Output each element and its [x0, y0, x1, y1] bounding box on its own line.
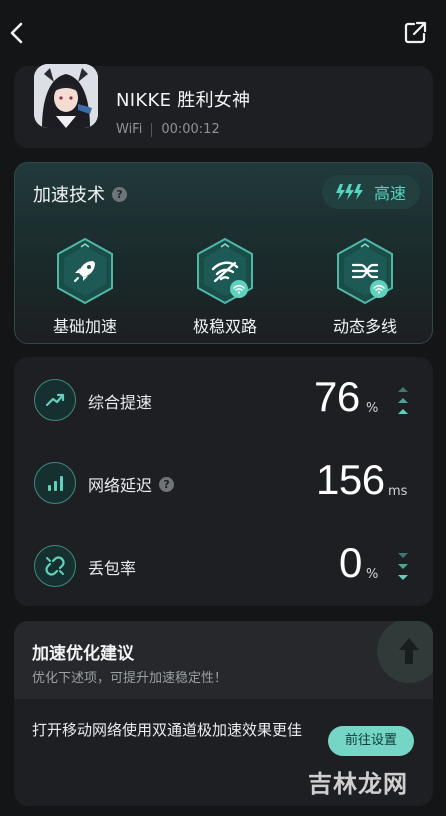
stat-label: 网络延迟 ?	[88, 472, 175, 496]
acceleration-title: 加速技术 ?	[33, 181, 127, 207]
trend-up-icon	[34, 379, 76, 421]
arrow-up-icon	[377, 621, 433, 683]
stat-label: 丢包率	[88, 559, 137, 578]
stat-unit: %	[366, 401, 379, 416]
chevron-left-icon	[10, 22, 23, 44]
feature-label: 基础加速	[52, 317, 117, 336]
watermark: 吉林龙网	[308, 770, 408, 798]
elapsed-time: 00:00:12	[161, 122, 220, 137]
session-meta: WiFi 00:00:12	[116, 122, 220, 137]
speed-mode-badge[interactable]: 高速	[321, 175, 420, 209]
meta-divider	[151, 122, 153, 137]
advice-subtitle: 优化下述项，可提升加速稳定性！	[32, 671, 228, 686]
advice-item-text: 打开移动网络使用双通道极加速效果更佳	[32, 721, 303, 739]
acceleration-title-text: 加速技术	[33, 185, 105, 206]
trend-down-arrows-icon	[396, 549, 410, 585]
stat-value: 76	[314, 373, 360, 420]
advice-title: 加速优化建议	[32, 644, 134, 664]
broken-link-icon	[34, 545, 76, 587]
share-button[interactable]	[402, 20, 428, 46]
stat-label: 综合提速	[88, 393, 153, 412]
stat-value: 0	[339, 539, 362, 586]
back-button[interactable]	[6, 20, 28, 46]
rocket-icon	[74, 261, 95, 282]
stat-row-latency: 网络延迟 ? 156 ms	[14, 452, 433, 512]
help-icon[interactable]: ?	[159, 476, 175, 492]
stat-row-packet-loss: 丢包率 0 %	[14, 535, 433, 595]
stat-label-text: 网络延迟	[88, 476, 153, 495]
feature-label: 极稳双路	[192, 317, 257, 336]
trend-up-arrows-icon	[396, 383, 410, 419]
stat-value: 156	[316, 456, 385, 503]
top-bar	[0, 0, 446, 64]
network-type: WiFi	[116, 122, 143, 137]
lightning-icon	[335, 184, 363, 200]
goto-settings-button[interactable]: 前往设置	[328, 726, 414, 756]
acceleration-tech-card: 加速技术 ? 高速 基础加速 极稳双路 动态多线	[14, 162, 433, 344]
wifi-badge-icon	[370, 280, 388, 298]
feature-dual-channel[interactable]: 极稳双路	[170, 237, 280, 343]
network-stats-card: 综合提速 76 % 网络延迟 ? 156 ms 丢包率 0 %	[14, 357, 433, 606]
wifi-badge-icon	[230, 280, 248, 298]
help-icon[interactable]: ?	[112, 186, 127, 202]
stat-unit: ms	[388, 484, 408, 499]
speed-mode-label: 高速	[373, 184, 406, 203]
feature-label: 动态多线	[332, 317, 397, 336]
game-info-card: NIKKE 胜利女神 WiFi 00:00:12	[14, 64, 433, 148]
game-title: NIKKE 胜利女神	[116, 90, 251, 111]
feature-dynamic-multiline[interactable]: 动态多线	[310, 237, 420, 343]
feature-basic-acceleration[interactable]: 基础加速	[30, 237, 140, 343]
share-external-icon	[404, 21, 427, 44]
stat-row-speedup: 综合提速 76 %	[14, 369, 433, 429]
stat-unit: %	[366, 567, 379, 582]
signal-bars-icon	[34, 462, 76, 504]
game-icon	[34, 64, 98, 128]
advice-header: 加速优化建议 优化下述项，可提升加速稳定性！	[14, 621, 433, 699]
